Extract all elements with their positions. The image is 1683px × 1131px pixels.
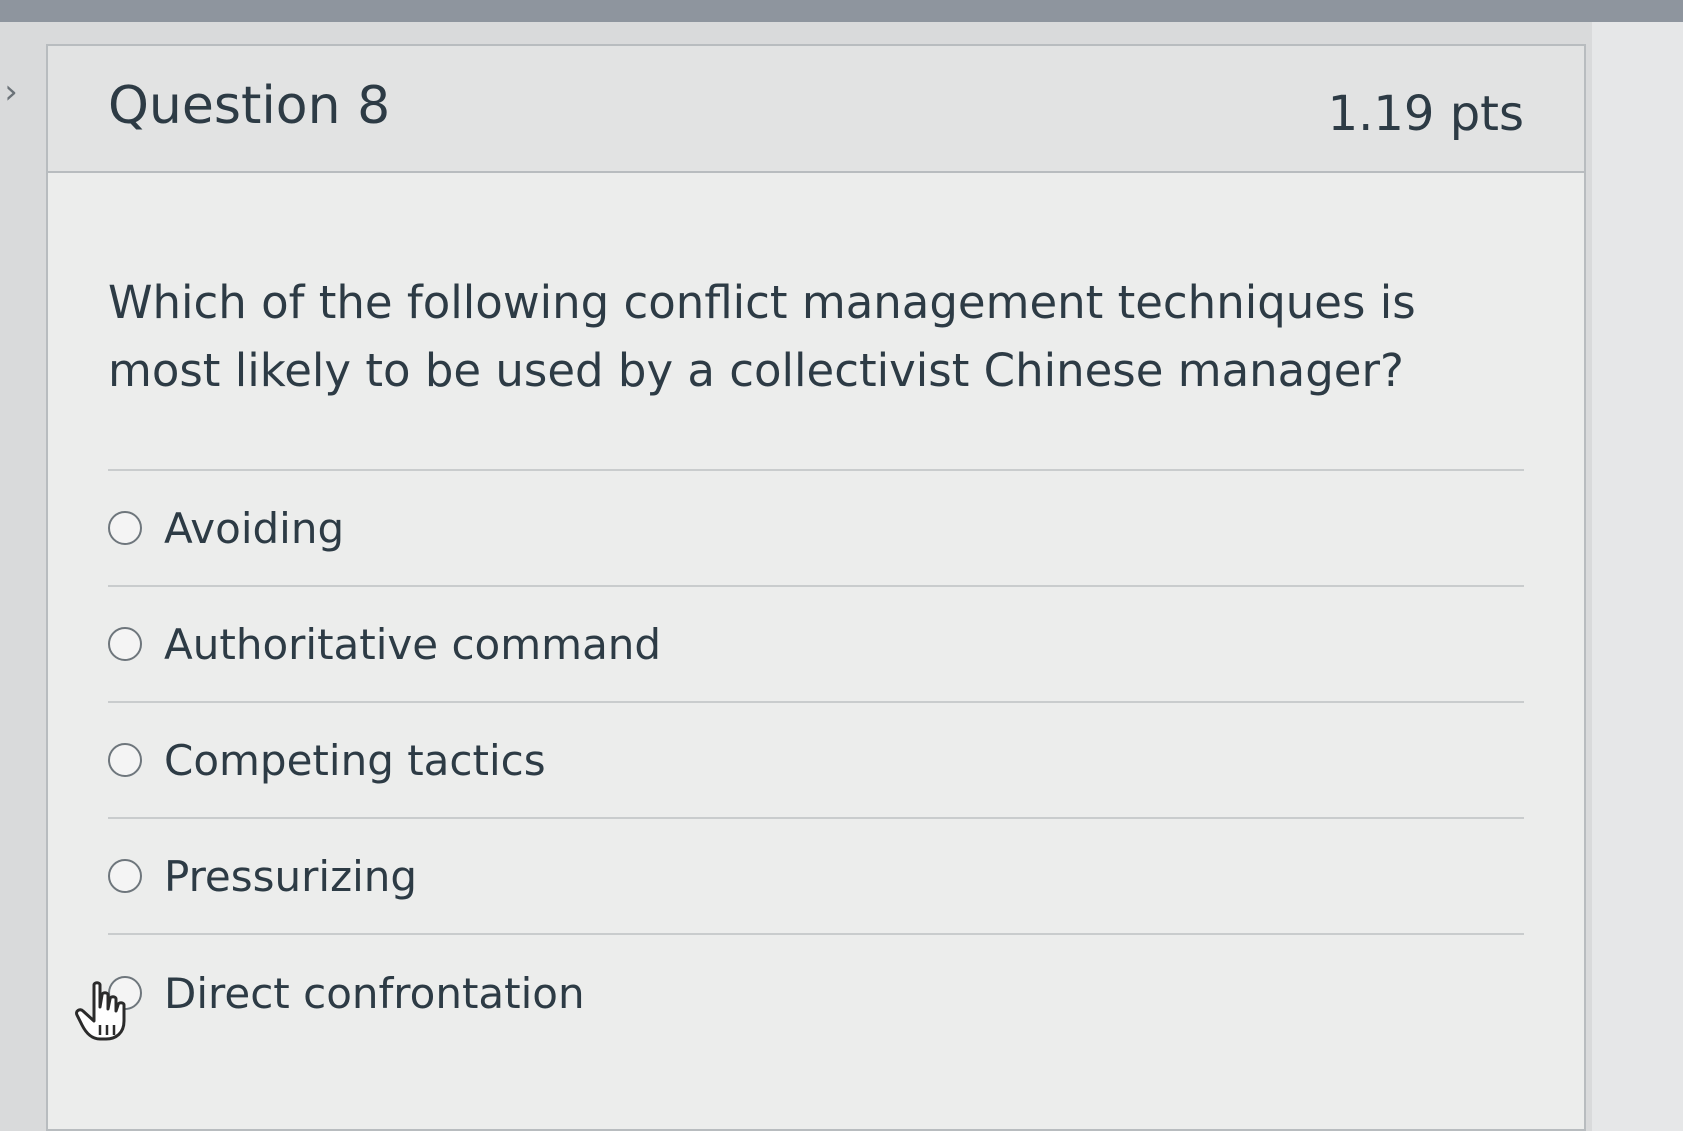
answer-option[interactable]: Competing tactics [108,703,1524,819]
question-title: Question 8 [108,76,391,136]
chevron-right-icon[interactable]: › [0,70,22,114]
answer-label: Avoiding [164,503,345,553]
hand-pointer-icon [75,981,126,1041]
radio-button[interactable] [108,627,142,661]
radio-button[interactable] [108,511,142,545]
answer-list: Avoiding Authoritative command Competing… [75,469,1524,1051]
answer-label: Competing tactics [164,735,546,785]
question-card: Question 8 1.19 pts Which of the followi… [46,44,1586,1131]
question-points: 1.19 pts [1327,86,1524,142]
answer-option[interactable]: Authoritative command [108,587,1524,703]
radio-button[interactable] [108,743,142,777]
radio-button[interactable] [108,859,142,893]
answer-label: Direct confrontation [164,968,585,1018]
question-text: Which of the following conflict manageme… [108,276,1416,397]
answer-option[interactable]: Direct confrontation [75,935,1524,1051]
question-header: Question 8 1.19 pts [48,46,1584,173]
answer-label: Pressurizing [164,851,418,901]
browser-top-strip [0,0,1683,22]
question-body: Which of the following conflict manageme… [48,269,1584,1051]
answer-label: Authoritative command [164,619,662,669]
answer-option[interactable]: Avoiding [108,471,1524,587]
answer-option[interactable]: Pressurizing [108,819,1524,935]
page-right-margin [1592,22,1683,1131]
